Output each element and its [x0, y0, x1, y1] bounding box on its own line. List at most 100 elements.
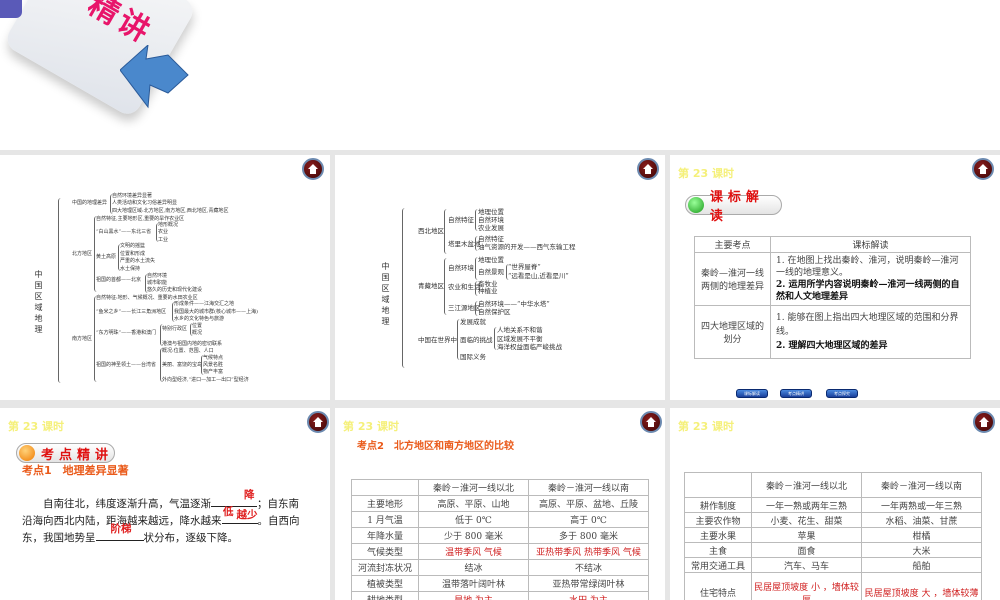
table-header [351, 479, 419, 496]
mindmap-root: 中国区域地理 [34, 270, 43, 336]
green-ball-icon [688, 197, 704, 213]
table-header-row: 秦岭－淮河一线以北 秦岭－淮河一线以南 [351, 479, 649, 496]
table-cell: 主要农作物 [684, 512, 752, 528]
slide-point1[interactable]: 第 23 课时 考点精讲 考点1 地理差异显著 自南往北，纬度逐渐升高，气温逐渐… [0, 408, 330, 600]
section-pill: 考点精讲 [16, 443, 115, 463]
mindmap-node: 自然环境 [448, 264, 474, 272]
table-cell: 低于 0℃ [418, 511, 529, 528]
table-cell: 1. 能够在图上指出四大地理区域的范围和分界线。 [776, 313, 959, 337]
table-row: 气候类型 温带季风 气候 亚热带季风 热带季风 气候 [351, 543, 649, 560]
table-cell: 1. 在地图上找出秦岭、淮河，说明秦岭—淮河一线的地理意义。 [776, 256, 959, 278]
mindmap-node: 人地关系不和谐 [497, 326, 543, 334]
home-button[interactable] [972, 158, 994, 180]
section-title: 考点精讲 [41, 447, 114, 463]
mindmap-node: 外向型经济,“进口—加工—出口”型经济 [162, 377, 249, 383]
nav-button-explore[interactable]: 考点探究 [826, 389, 858, 398]
table-cell: 主要水果 [684, 527, 752, 543]
table-cell: 住宅特点 [684, 572, 752, 600]
mindmap-node: “东方明珠”——香港和澳门 [96, 330, 157, 336]
mindmap-node: 概况 [192, 330, 203, 336]
table-cell: 民居屋顶坡度 大 ，墙体较薄 [861, 572, 982, 600]
lesson-label: 第 23 课时 [343, 420, 399, 433]
standards-table: 主要考点 课标解读 秦岭—淮河一线两侧的地理差异 1. 在地图上找出秦岭、淮河，说明… [694, 236, 971, 359]
home-icon [643, 164, 653, 174]
point-title: 考点2 北方地区和南方地区的比较 [357, 441, 514, 452]
mindmap-node: 四大地理区域:北方地区,南方地区,西北地区,青藏地区 [112, 208, 229, 214]
home-icon [646, 417, 656, 427]
table-cell: 常用交通工具 [684, 557, 752, 573]
home-button[interactable] [302, 158, 324, 180]
slide-standards[interactable]: 第 23 课时 课标解读 主要考点 课标解读 秦岭—淮河一线两侧的地理差异 1. 在… [670, 155, 1000, 400]
section-title: 课标解读 [709, 190, 764, 224]
home-icon [979, 417, 989, 427]
table-cell: 柑橘 [861, 527, 982, 543]
table-cell: 亚热带常绿阔叶林 [528, 575, 649, 592]
table-row: 年降水量 少于 800 毫米 多于 800 毫米 [351, 527, 649, 544]
lesson-label: 第 23 课时 [678, 420, 734, 433]
mindmap-node: 自然环境差异显著 [112, 193, 153, 199]
section-pill: 课标解读 [685, 190, 782, 224]
table-cell: 一年两熟或一年三熟 [861, 497, 982, 513]
table-row: 1 月气温 低于 0℃ 高于 0℃ [351, 511, 649, 528]
mindmap-node: 特别行政区 [162, 326, 188, 332]
table-row: 主要地形 高原、平原、山地 高原、平原、盆地、丘陵 [351, 495, 649, 512]
table-cell: 耕作制度 [684, 497, 752, 513]
table-cell: 气候类型 [351, 543, 419, 560]
mindmap-node: 位置 [192, 323, 203, 329]
mindmap-node: “远看是山,近看是川” [508, 272, 569, 280]
mindmap-node: 西北地区 [418, 227, 444, 235]
mindmap-node: “鱼米之乡”——长江三角洲地区 [96, 309, 167, 315]
arrow-icon [119, 43, 195, 110]
mindmap-node: 形成条件——江海交汇之地 [174, 301, 235, 307]
slide-title[interactable]: 精讲 [0, 0, 1000, 150]
mindmap-node: 物产丰富 [203, 369, 224, 375]
home-button[interactable] [307, 411, 329, 433]
mindmap-node: 水乡的文化特色与旅游 [174, 316, 225, 322]
table-cell: 多于 800 毫米 [528, 527, 649, 544]
comparison-table: 秦岭－淮河一线以北 秦岭－淮河一线以南 耕作制度 一年一熟或两年三熟 一年两熟或一年三熟… [684, 472, 982, 600]
table-row: 植被类型 温带落叶阔叶林 亚热带常绿阔叶林 [351, 575, 649, 592]
table-cell: 面食 [751, 542, 862, 558]
lesson-label: 第 23 课时 [678, 167, 734, 180]
slide-point2[interactable]: 第 23 课时 考点2 北方地区和南方地区的比较 秦岭－淮河一线以北 秦岭－淮河一… [335, 408, 665, 600]
home-button[interactable] [973, 411, 995, 433]
table-cell: 旱地 为主 [418, 591, 529, 600]
mindmap-node: 油气资源的开发——西气东输工程 [478, 243, 576, 251]
answer-blank-3[interactable]: 阶梯 [90, 521, 132, 538]
mindmap-node: 地理位置 [478, 208, 504, 216]
mindmap-node: 位置和形成 [120, 251, 146, 257]
mindmap-node: 青藏地区 [418, 282, 444, 290]
slide-comparison-2[interactable]: 第 23 课时 秦岭－淮河一线以北 秦岭－淮河一线以南 耕作制度 一年一熟或两年三熟一… [670, 408, 1000, 600]
mindmap-node: 人类活动和文化习俗差异明显 [112, 200, 178, 206]
table-header: 秦岭－淮河一线以北 [418, 479, 529, 496]
table-header-row: 秦岭－淮河一线以北 秦岭－淮河一线以南 [684, 472, 982, 498]
mindmap-node: 祖国的首都——北京 [96, 277, 142, 283]
mindmap-node: 城市职能 [147, 280, 168, 286]
mindmap-node: 地形概况 [158, 222, 179, 228]
table-cell: 民居屋顶坡度 小 ，墙体较厚 [751, 572, 862, 600]
nav-button-points[interactable]: 考点精讲 [780, 389, 812, 398]
table-cell: 水稻、油菜、甘蔗 [861, 512, 982, 528]
table-cell: 高原、平原、山地 [418, 495, 529, 512]
table-cell: 温带落叶阔叶林 [418, 575, 529, 592]
table-cell: 2. 运用所学内容说明秦岭—淮河一线两侧的自然和人文地理差异 [776, 280, 960, 302]
mindmap-node: 文明的摇篮 [120, 243, 146, 249]
nav-button-standards[interactable]: 课标解读 [736, 389, 768, 398]
mindmap-root: 中国区域地理 [381, 262, 390, 328]
table-row: 耕地类型旱地 为主水田 为主 [351, 591, 649, 600]
mindmap-node: 中国的地理差异 [72, 200, 108, 206]
mindmap-node: 面临的挑战 [460, 336, 493, 344]
nav-label: 课标解读 [744, 391, 760, 396]
mindmap-node: 农业 [158, 229, 169, 235]
mindmap-node: 自然景观 [478, 268, 504, 276]
home-icon [313, 417, 323, 427]
mindmap-node: 中国在世界中 [418, 336, 457, 344]
answer-blank-2[interactable]: 越少 [216, 507, 258, 524]
table-cell: 耕地类型 [351, 591, 419, 600]
table-row: 主要水果 苹果 柑橘 [684, 527, 982, 543]
home-button[interactable] [640, 411, 662, 433]
table-header: 秦岭－淮河一线以北 [751, 472, 862, 498]
home-button[interactable] [637, 158, 659, 180]
mindmap-node: 水土保持 [120, 266, 141, 272]
nav-label: 考点精讲 [788, 391, 804, 396]
